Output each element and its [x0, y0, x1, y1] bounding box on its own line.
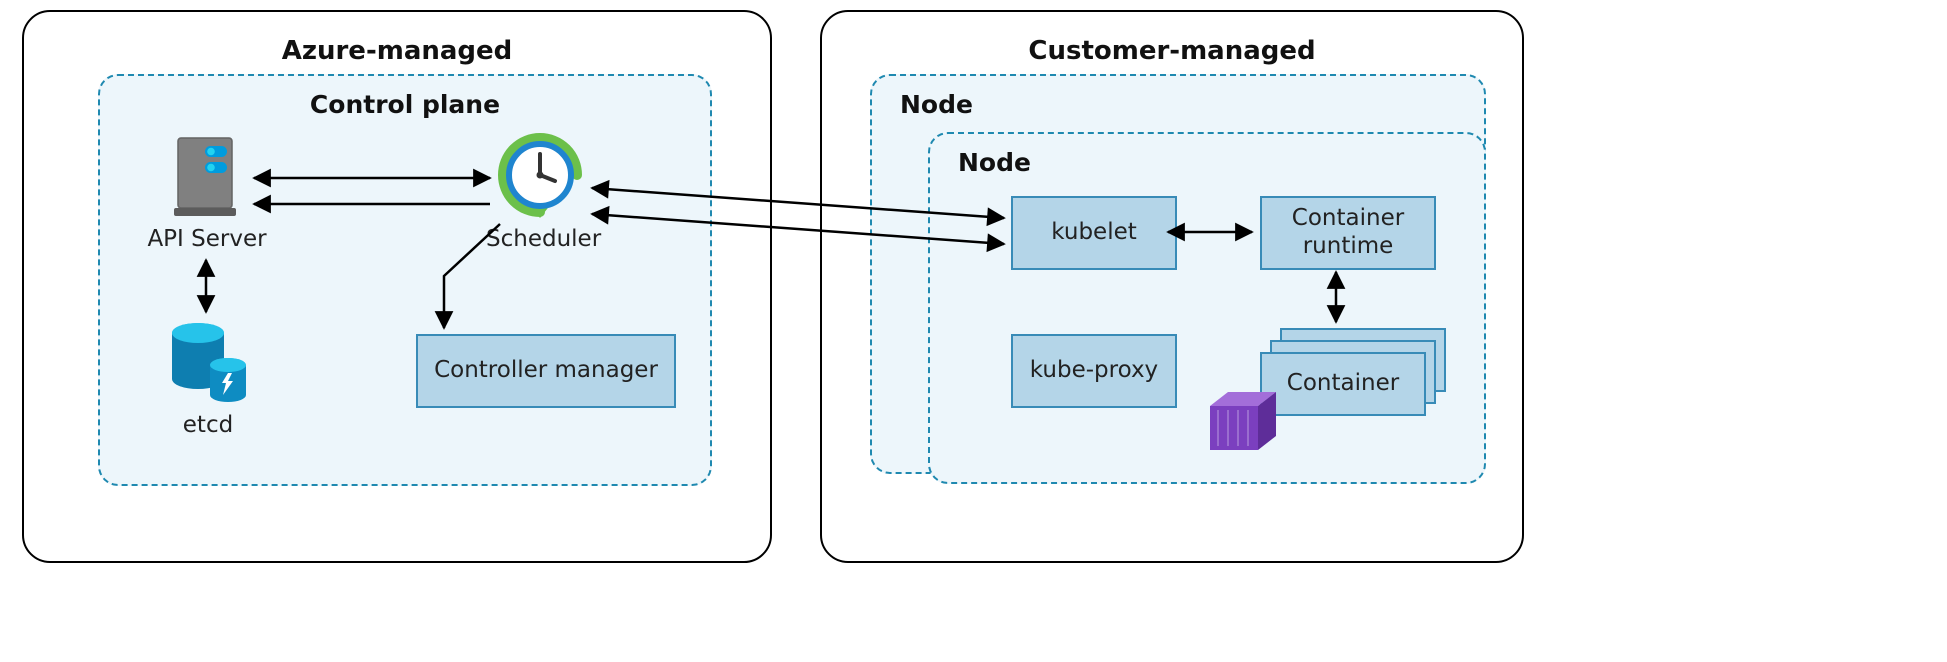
azure-managed-title: Azure-managed: [24, 36, 770, 66]
node-back-title: Node: [900, 90, 973, 119]
clock-icon: [497, 132, 583, 218]
controller-manager-box: Controller manager: [416, 334, 676, 408]
etcd-label: etcd: [178, 412, 238, 438]
scheduler-label: Scheduler: [486, 226, 596, 252]
container-runtime-box: Container runtime: [1260, 196, 1436, 270]
kubelet-box: kubelet: [1011, 196, 1177, 270]
kube-proxy-box: kube-proxy: [1011, 334, 1177, 408]
container-cube-icon: [1206, 388, 1280, 454]
server-icon: [170, 132, 240, 218]
node-front-title: Node: [958, 148, 1031, 177]
customer-managed-title: Customer-managed: [822, 36, 1522, 66]
container-box-front: Container: [1260, 352, 1426, 416]
control-plane-title: Control plane: [100, 90, 710, 119]
database-icon: [168, 317, 254, 407]
api-server-label: API Server: [142, 226, 272, 252]
